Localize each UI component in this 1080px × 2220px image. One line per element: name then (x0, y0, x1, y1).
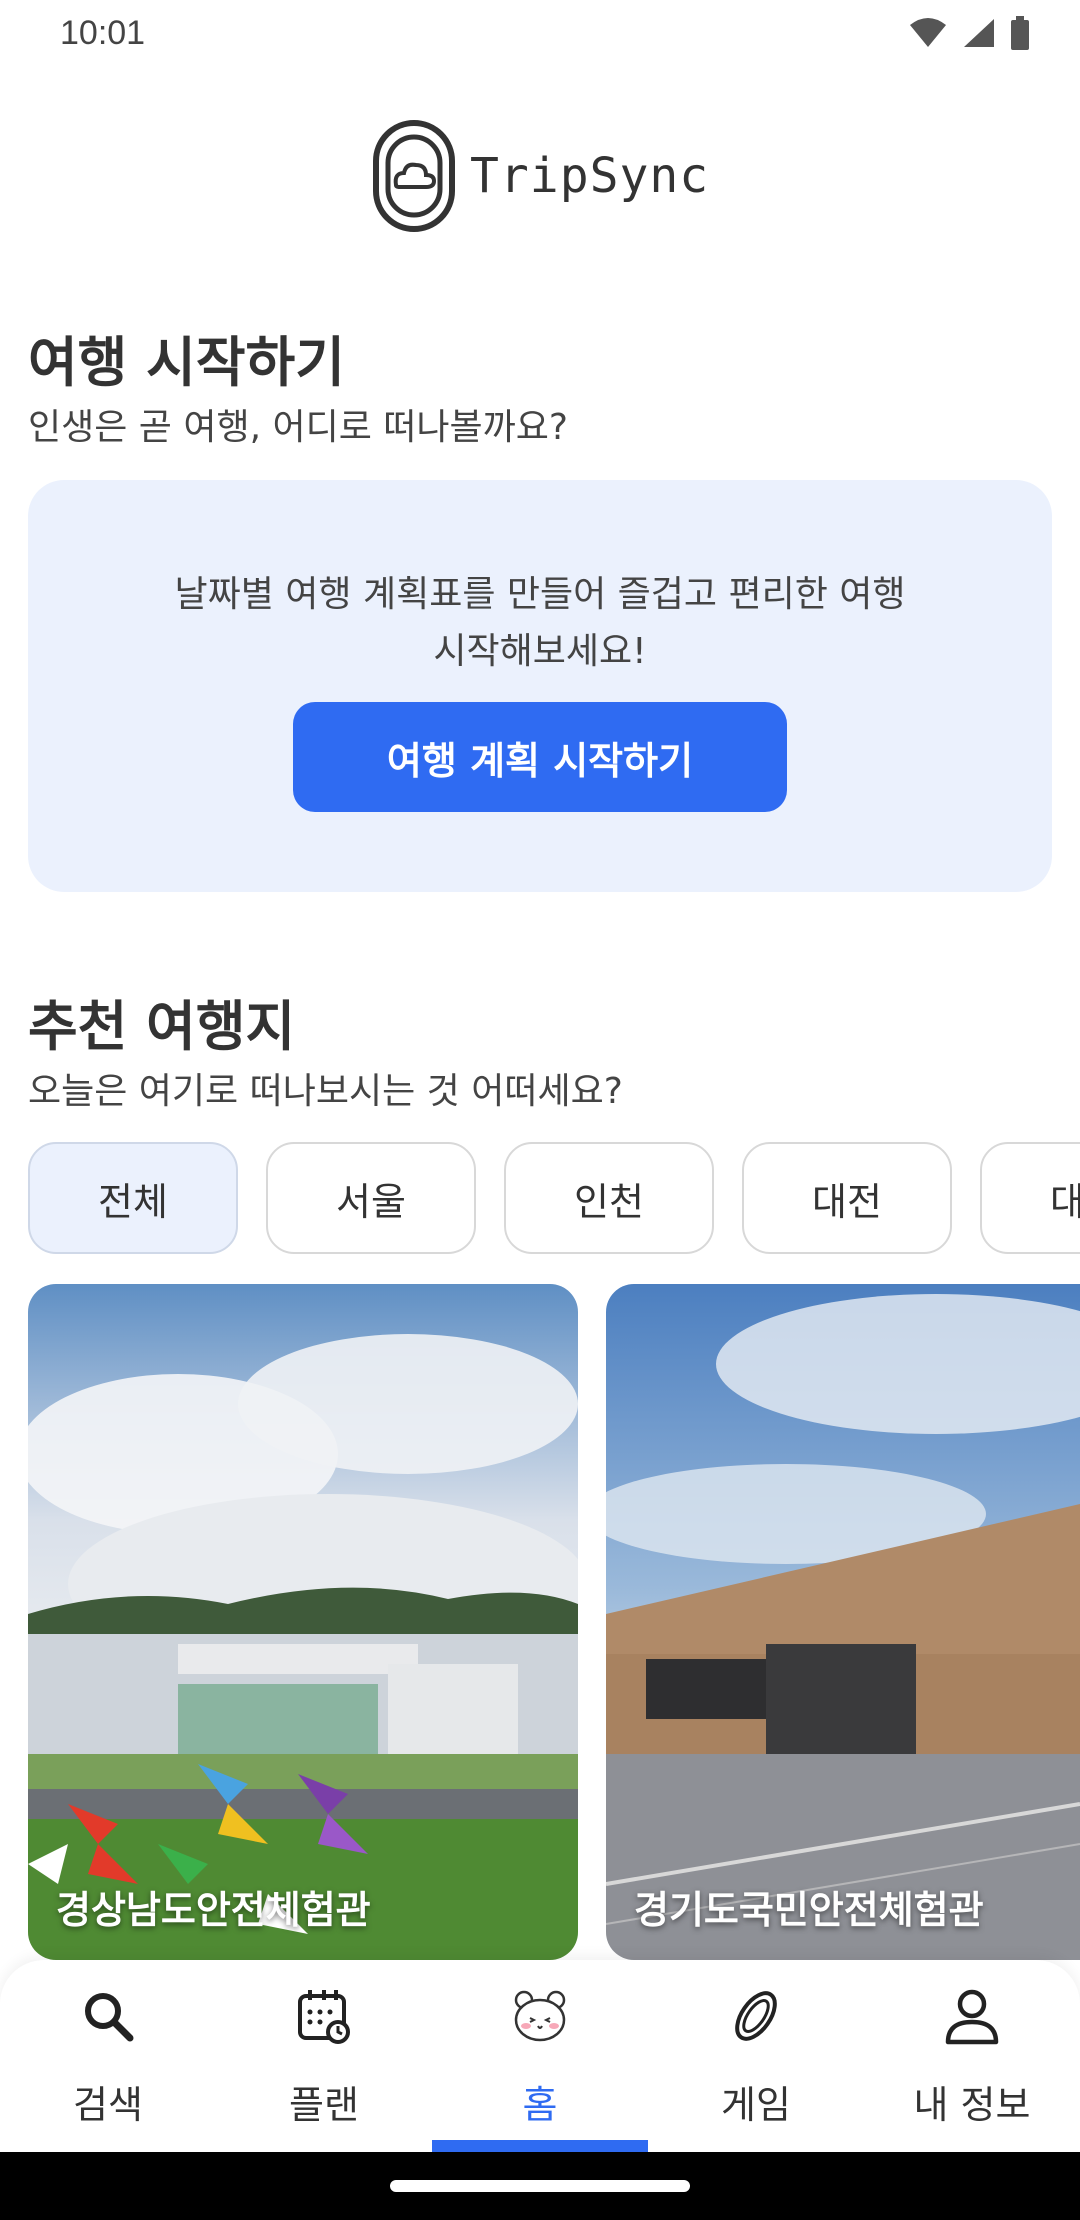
status-time: 10:01 (60, 14, 146, 52)
nav-active-indicator (432, 2140, 648, 2152)
nav-item-home[interactable]: 홈 (432, 1960, 648, 2152)
chip-all[interactable]: 전체 (28, 1142, 238, 1254)
nav-item-game[interactable]: 게임 (648, 1960, 864, 2152)
profile-icon (945, 1989, 999, 2045)
destination-name: 경상남도안전체험관 (56, 1888, 371, 1932)
wifi-icon (910, 18, 946, 47)
chip-incheon[interactable]: 인천 (504, 1142, 714, 1254)
coin-icon (735, 1991, 777, 2041)
status-icons (908, 16, 1030, 50)
destination-card[interactable]: 경기도국민안전체험관 (606, 1284, 1080, 1960)
region-chip-list: 전체 서울 인천 대전 대구 (28, 1142, 1080, 1256)
nav-label-home: 홈 (522, 2083, 558, 2127)
recommend-section-subtitle: 오늘은 여기로 떠나보시는 것 어떠세요? (28, 1071, 623, 1112)
nav-item-plan[interactable]: 플랜 (216, 1960, 432, 2152)
chip-daejeon[interactable]: 대전 (742, 1142, 952, 1254)
destination-photo (606, 1284, 1080, 1960)
battery-icon (1011, 16, 1029, 50)
nav-label-plan: 플랜 (289, 2083, 359, 2127)
search-icon (85, 1993, 134, 2042)
system-nav-bar (0, 2152, 1080, 2220)
chip-daegu[interactable]: 대구 (980, 1142, 1080, 1254)
nav-label-game: 게임 (721, 2083, 791, 2127)
recommend-section-title: 추천 여행지 (28, 995, 296, 1058)
nav-item-profile[interactable]: 내 정보 (864, 1960, 1080, 2152)
plan-description-line2: 시작해보세요! (433, 631, 647, 672)
calendar-icon (298, 1990, 350, 2044)
start-section-title: 여행 시작하기 (28, 331, 345, 394)
signal-icon (964, 19, 994, 47)
app-logo: TripSync (372, 118, 712, 234)
nav-label-profile: 내 정보 (913, 2083, 1031, 2127)
start-section-subtitle: 인생은 곧 여행, 어디로 떠나볼까요? (28, 407, 569, 448)
home-mascot-icon (514, 1990, 566, 2042)
home-gesture-handle[interactable] (390, 2180, 690, 2192)
app-name: TripSync (470, 148, 710, 204)
tripsync-logo-icon (373, 120, 455, 232)
status-bar: 10:01 (0, 0, 1080, 66)
start-plan-button[interactable]: 여행 계획 시작하기 (293, 702, 787, 812)
chip-seoul[interactable]: 서울 (266, 1142, 476, 1254)
plan-description: 날짜별 여행 계획표를 만들어 즐겁고 편리한 여행 시작해보세요! (28, 566, 1052, 680)
destination-card[interactable]: 경상남도안전체험관 (28, 1284, 578, 1960)
nav-label-search: 검색 (73, 2083, 143, 2127)
destination-photo (28, 1284, 578, 1960)
plan-card: 날짜별 여행 계획표를 만들어 즐겁고 편리한 여행 시작해보세요! 여행 계획… (28, 480, 1052, 892)
nav-item-search[interactable]: 검색 (0, 1960, 216, 2152)
plan-description-line1: 날짜별 여행 계획표를 만들어 즐겁고 편리한 여행 (174, 574, 906, 615)
bottom-nav: 검색 플랜 홈 게임 내 정보 (0, 1960, 1080, 2152)
destination-name: 경기도국민안전체험관 (634, 1888, 984, 1932)
